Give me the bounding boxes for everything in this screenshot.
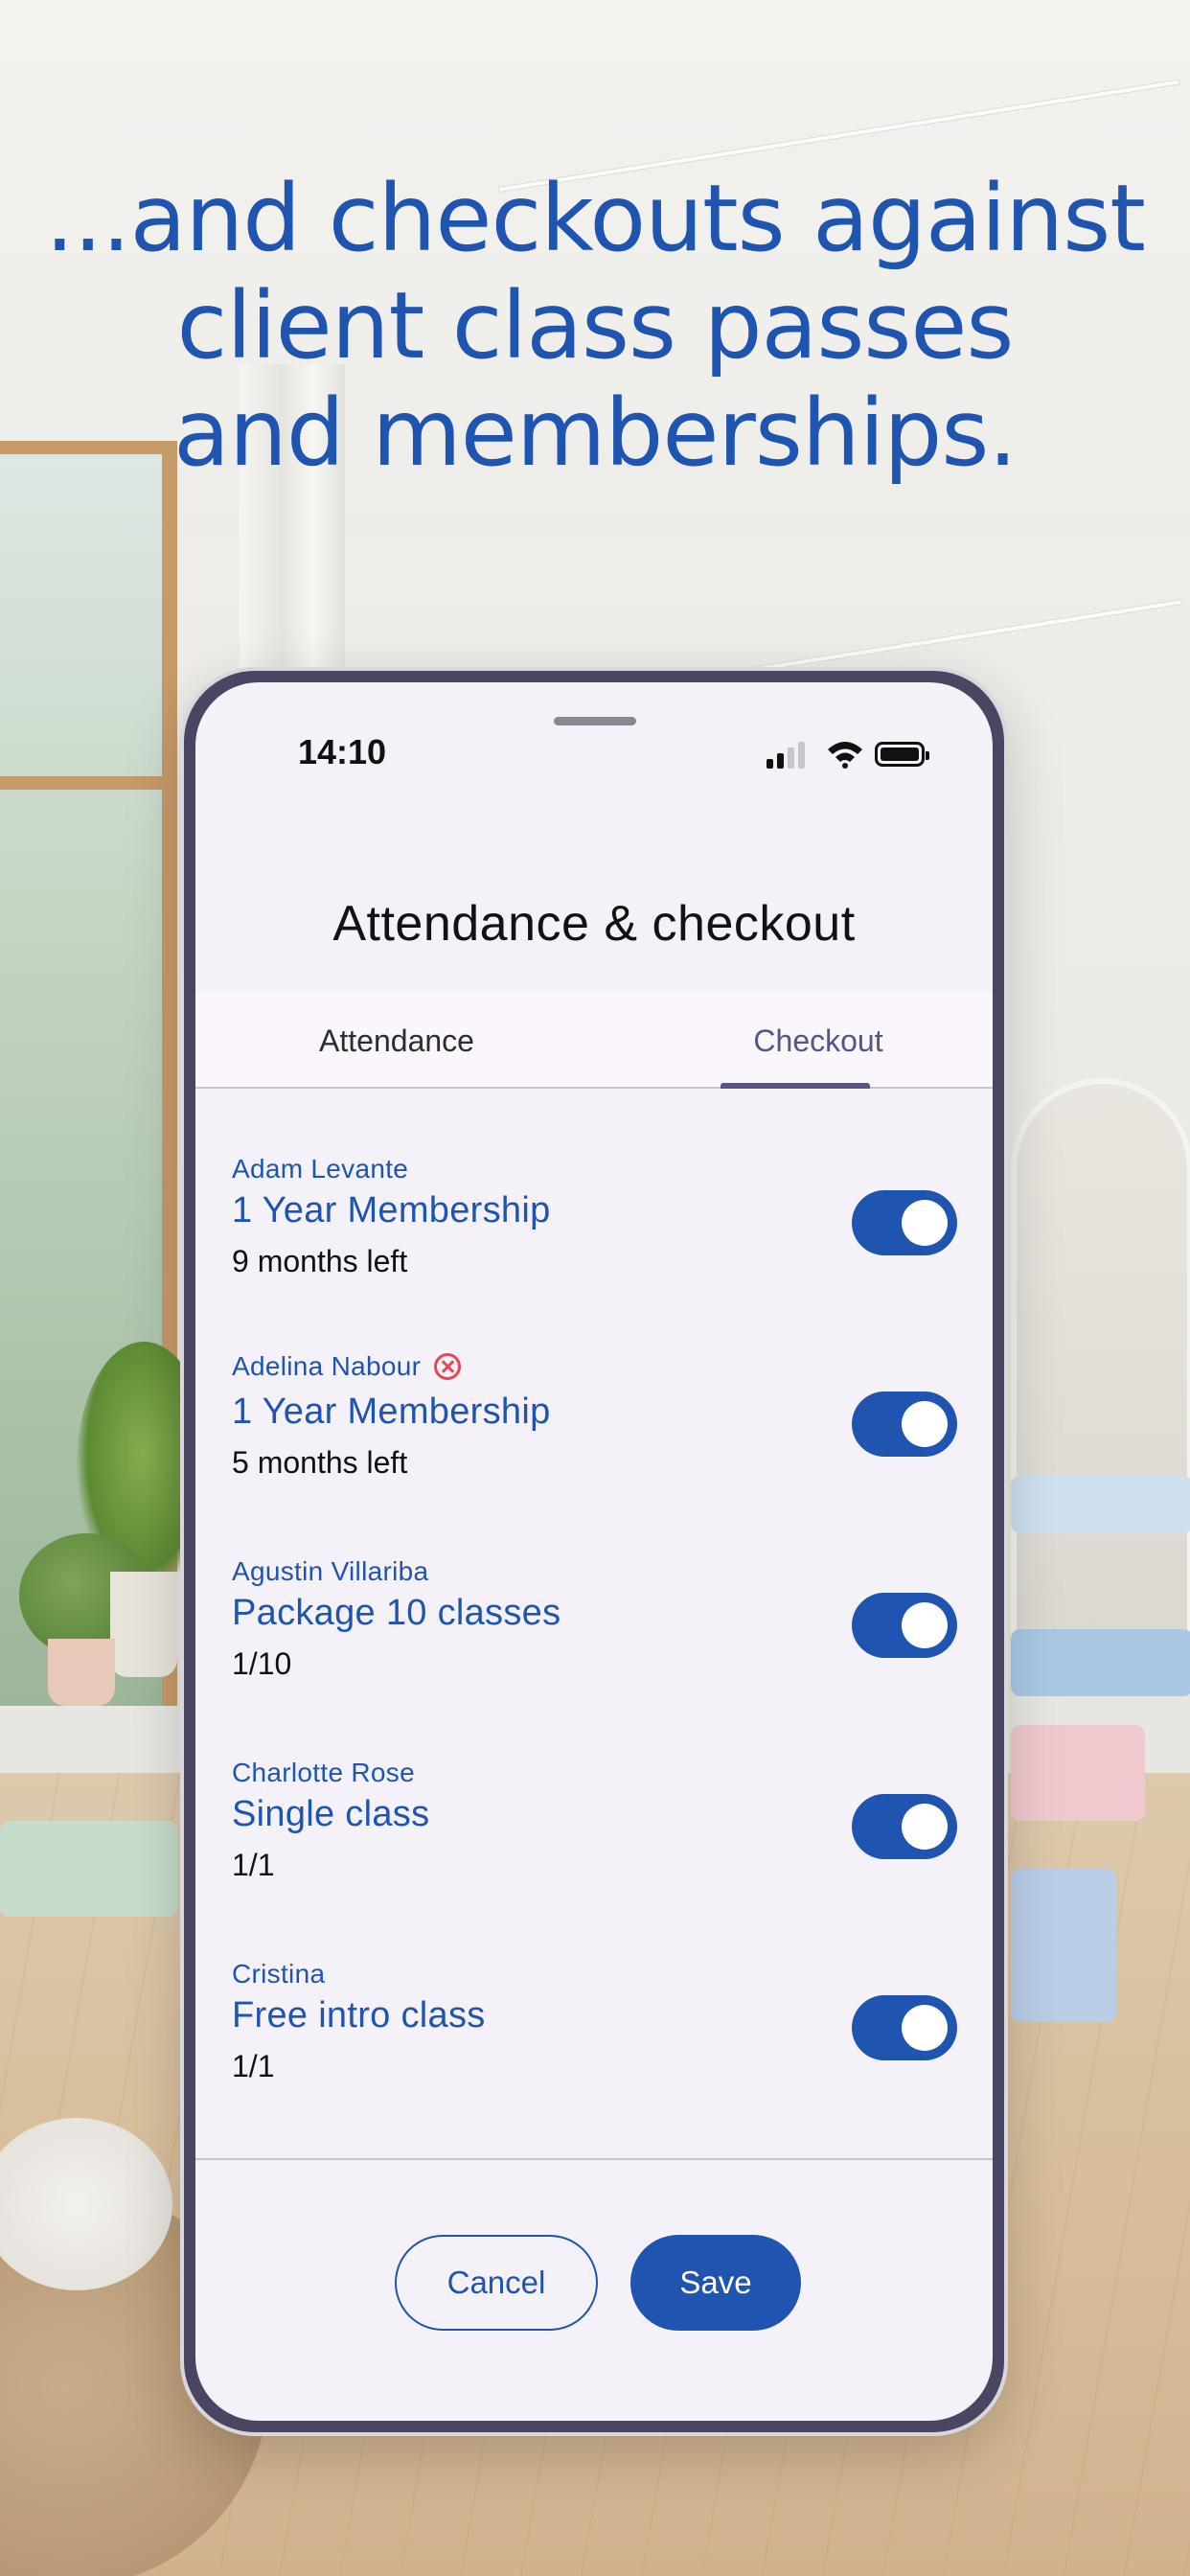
status-icons: [767, 738, 939, 769]
client-name: Adam Levante: [232, 1154, 409, 1184]
sheet-grabber[interactable]: [554, 717, 636, 725]
marketing-headline: ...and checkouts against client class pa…: [0, 165, 1190, 487]
plant-pot: [110, 1572, 177, 1677]
arched-mirror: [1011, 1078, 1190, 1653]
checkout-toggle[interactable]: [852, 1392, 957, 1457]
client-name: Adelina Nabour: [232, 1351, 422, 1381]
pilates-reformer: [1011, 1629, 1190, 1696]
list-item: Cristina Free intro class 1/1: [195, 1896, 993, 2097]
client-name: Cristina: [232, 1959, 326, 1989]
plant-pot: [48, 1639, 115, 1706]
pilates-reformer: [1011, 1725, 1145, 1821]
headline-line-3: and memberships.: [173, 380, 1018, 487]
pass-name: Single class: [232, 1794, 430, 1834]
pass-name: Package 10 classes: [232, 1593, 561, 1633]
tab-bar: Attendance Checkout: [195, 993, 993, 1089]
window-frame: [0, 776, 177, 790]
pass-name: 1 Year Membership: [232, 1190, 551, 1230]
battery-icon: [875, 742, 929, 767]
cancel-button[interactable]: Cancel: [395, 2235, 598, 2331]
cellular-signal-icon: [767, 740, 812, 769]
pilates-reformer: [0, 1821, 177, 1917]
headline-line-1: ...and checkouts against: [45, 165, 1146, 272]
save-button[interactable]: Save: [630, 2235, 801, 2331]
client-name: Charlotte Rose: [232, 1758, 415, 1787]
active-tab-indicator: [721, 1083, 870, 1089]
pass-remaining: 1/10: [232, 1646, 292, 1681]
toggle-knob: [902, 1401, 948, 1447]
pass-name: 1 Year Membership: [232, 1392, 551, 1432]
checkout-toggle[interactable]: [852, 1190, 957, 1255]
pass-remaining: 9 months left: [232, 1244, 408, 1278]
client-name: Agustin Villariba: [232, 1556, 429, 1586]
tab-attendance[interactable]: Attendance: [253, 993, 540, 1089]
list-item: Agustin Villariba Package 10 classes 1/1…: [195, 1493, 993, 1694]
client-name-row: Adelina Nabour: [232, 1351, 462, 1382]
list-item: Adam Levante 1 Year Membership 9 months …: [195, 1091, 993, 1292]
pilates-reformer: [1011, 1869, 1116, 2022]
toggle-knob: [902, 1602, 948, 1648]
pass-remaining: 1/1: [232, 2049, 275, 2083]
phone-screen: 14:10 Attendance & checkout Attendance C…: [195, 682, 993, 2421]
checkout-toggle[interactable]: [852, 1794, 957, 1859]
status-time: 14:10: [298, 732, 387, 771]
list-item: Adelina Nabour 1 Year Membership 5 month…: [195, 1292, 993, 1493]
pass-remaining: 5 months left: [232, 1445, 408, 1480]
footer-divider: [195, 2158, 993, 2160]
pass-remaining: 1/1: [232, 1848, 275, 1882]
tab-checkout[interactable]: Checkout: [703, 993, 933, 1089]
phone-frame: 14:10 Attendance & checkout Attendance C…: [180, 667, 1008, 2436]
pass-name: Free intro class: [232, 1995, 486, 2036]
toggle-knob: [902, 1200, 948, 1246]
wifi-icon: [828, 742, 862, 769]
list-item: Charlotte Rose Single class 1/1: [195, 1694, 993, 1896]
page-title: Attendance & checkout: [332, 896, 856, 952]
checkout-toggle[interactable]: [852, 1995, 957, 2060]
pilates-reformer: [1011, 1476, 1190, 1533]
toggle-knob: [902, 1804, 948, 1850]
toggle-knob: [902, 2005, 948, 2051]
cancel-circle-icon: [434, 1353, 462, 1380]
checkout-toggle[interactable]: [852, 1593, 957, 1658]
headline-line-2: client class passes: [176, 272, 1015, 380]
